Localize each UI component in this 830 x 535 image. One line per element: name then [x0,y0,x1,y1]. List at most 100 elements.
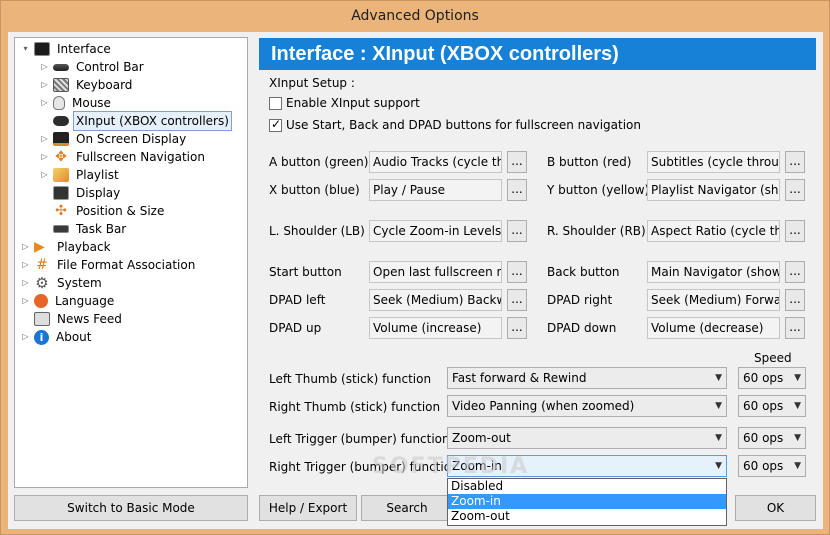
interface-icon [34,42,50,56]
expand-toggle-icon[interactable]: ▷ [40,170,49,180]
expand-toggle-icon[interactable]: ▷ [21,332,30,342]
osd-icon [53,132,69,146]
display-icon [53,186,69,200]
back-button-browse[interactable]: ... [785,261,805,283]
dpad-right-field[interactable]: Seek (Medium) Forward [647,289,780,311]
a-button-field[interactable]: Audio Tracks (cycle throu [369,151,502,173]
expand-toggle-icon[interactable]: ▷ [40,134,49,144]
tree-item-label: Keyboard [76,78,133,92]
tree-item-playlist[interactable]: ▷ Playlist [40,166,122,184]
left-thumb-speed-select[interactable]: 60 ops ▼ [738,367,806,389]
tree-item-xinput[interactable]: XInput (XBOX controllers) [40,111,232,131]
expand-toggle-icon[interactable]: ▷ [21,242,30,252]
fullscreen-icon: ✥ [55,149,67,165]
tree-item-fullscreen-nav[interactable]: ▷ ✥ Fullscreen Navigation [40,148,208,166]
control-bar-icon [53,63,69,71]
start-button-label: Start button [269,265,342,279]
mouse-icon [53,96,65,110]
b-button-field[interactable]: Subtitles (cycle through [647,151,780,173]
checkbox-box[interactable] [269,96,282,110]
dpad-up-browse[interactable]: ... [507,317,527,339]
dropdown-option-selected[interactable]: Zoom-in [448,494,726,509]
lb-field[interactable]: Cycle Zoom-in Levels (1 [369,220,502,242]
right-trigger-dropdown-list[interactable]: Disabled Zoom-in Zoom-out [447,478,727,526]
tree-item-system[interactable]: ▷ ⚙ System [21,274,105,292]
news-icon [34,312,50,326]
expand-toggle-icon[interactable]: ▷ [40,62,49,72]
options-tree[interactable]: ▾ Interface ▷ Control Bar ▷ Keyboard ▷ M… [14,37,248,488]
x-button-field[interactable]: Play / Pause [369,179,502,201]
left-trigger-select[interactable]: Zoom-out ▼ [447,427,727,449]
expand-toggle-icon[interactable]: ▷ [40,80,49,90]
help-export-button[interactable]: Help / Export [259,495,357,521]
left-thumb-label: Left Thumb (stick) function [269,372,432,386]
tree-item-interface[interactable]: ▾ Interface [21,40,114,58]
right-trigger-speed-select[interactable]: 60 ops ▼ [738,455,806,477]
back-button-field[interactable]: Main Navigator (show/h [647,261,780,283]
dpad-down-label: DPAD down [547,321,617,335]
expand-toggle-icon[interactable]: ▾ [21,44,30,54]
tree-item-language[interactable]: ▷ Language [21,292,117,310]
info-icon: i [34,329,49,345]
right-thumb-select[interactable]: Video Panning (when zoomed) ▼ [447,395,727,417]
dpad-left-label: DPAD left [269,293,326,307]
search-button[interactable]: Search [361,495,453,521]
advanced-options-window: Advanced Options ▾ Interface ▷ Control B… [0,0,830,535]
start-button-browse[interactable]: ... [507,261,527,283]
dropdown-option[interactable]: Zoom-out [448,509,726,524]
enable-xinput-checkbox[interactable]: Enable XInput support [269,96,420,110]
dpad-down-browse[interactable]: ... [785,317,805,339]
tree-item-task-bar[interactable]: Task Bar [40,220,129,238]
y-button-browse[interactable]: ... [785,179,805,201]
system-gear-icon: ⚙ [35,274,49,292]
expand-toggle-icon[interactable]: ▷ [21,296,30,306]
dpad-up-field[interactable]: Volume (increase) [369,317,502,339]
y-button-field[interactable]: Playlist Navigator (show, [647,179,780,201]
panel-header: Interface : XInput (XBOX controllers) [259,38,816,70]
chevron-down-icon: ▼ [794,373,801,383]
tree-item-control-bar[interactable]: ▷ Control Bar [40,58,147,76]
tree-item-osd[interactable]: ▷ On Screen Display [40,130,189,148]
expand-toggle-icon[interactable]: ▷ [21,278,30,288]
speed-label: Speed [754,351,792,365]
checkbox-box[interactable] [269,117,282,132]
tree-item-about[interactable]: ▷ i About [21,328,94,346]
expand-toggle-icon[interactable]: ▷ [21,260,30,270]
fullscreen-nav-checkbox[interactable]: Use Start, Back and DPAD buttons for ful… [269,117,641,132]
tree-item-keyboard[interactable]: ▷ Keyboard [40,76,135,94]
dpad-right-browse[interactable]: ... [785,289,805,311]
tree-item-mouse[interactable]: ▷ Mouse [40,94,114,112]
switch-basic-mode-button[interactable]: Switch to Basic Mode [14,495,248,521]
expand-toggle-icon[interactable]: ▷ [40,98,49,108]
tree-item-playback[interactable]: ▷ ▶ Playback [21,238,114,256]
lb-label: L. Shoulder (LB) [269,224,365,238]
a-button-browse[interactable]: ... [507,151,527,173]
rb-field[interactable]: Aspect Ratio (cycle throu [647,220,780,242]
tree-item-label: Playback [57,240,111,254]
dpad-left-field[interactable]: Seek (Medium) Backwar [369,289,502,311]
x-button-browse[interactable]: ... [507,179,527,201]
dpad-left-browse[interactable]: ... [507,289,527,311]
rb-browse[interactable]: ... [785,220,805,242]
checkbox-label: Enable XInput support [286,96,420,110]
expand-toggle-icon[interactable]: ▷ [40,152,49,162]
dropdown-option[interactable]: Disabled [448,479,726,494]
ok-button[interactable]: OK [735,495,816,521]
start-button-field[interactable]: Open last fullscreen navi [369,261,502,283]
tree-item-display[interactable]: Display [40,184,123,202]
expand-toggle-icon [40,117,49,126]
chevron-down-icon: ▼ [794,401,801,411]
dpad-down-field[interactable]: Volume (decrease) [647,317,780,339]
tree-item-position-size[interactable]: ✣ Position & Size [40,202,167,220]
dialog-client: ▾ Interface ▷ Control Bar ▷ Keyboard ▷ M… [8,32,823,529]
left-thumb-select[interactable]: Fast forward & Rewind ▼ [447,367,727,389]
b-button-browse[interactable]: ... [785,151,805,173]
tree-item-file-format[interactable]: ▷ # File Format Association [21,256,198,274]
chevron-down-icon: ▼ [715,461,722,471]
lb-browse[interactable]: ... [507,220,527,242]
tree-item-news-feed[interactable]: News Feed [21,310,125,328]
right-thumb-speed-select[interactable]: 60 ops ▼ [738,395,806,417]
left-trigger-speed-select[interactable]: 60 ops ▼ [738,427,806,449]
chevron-down-icon: ▼ [715,373,722,383]
tree-item-label: On Screen Display [76,132,187,146]
